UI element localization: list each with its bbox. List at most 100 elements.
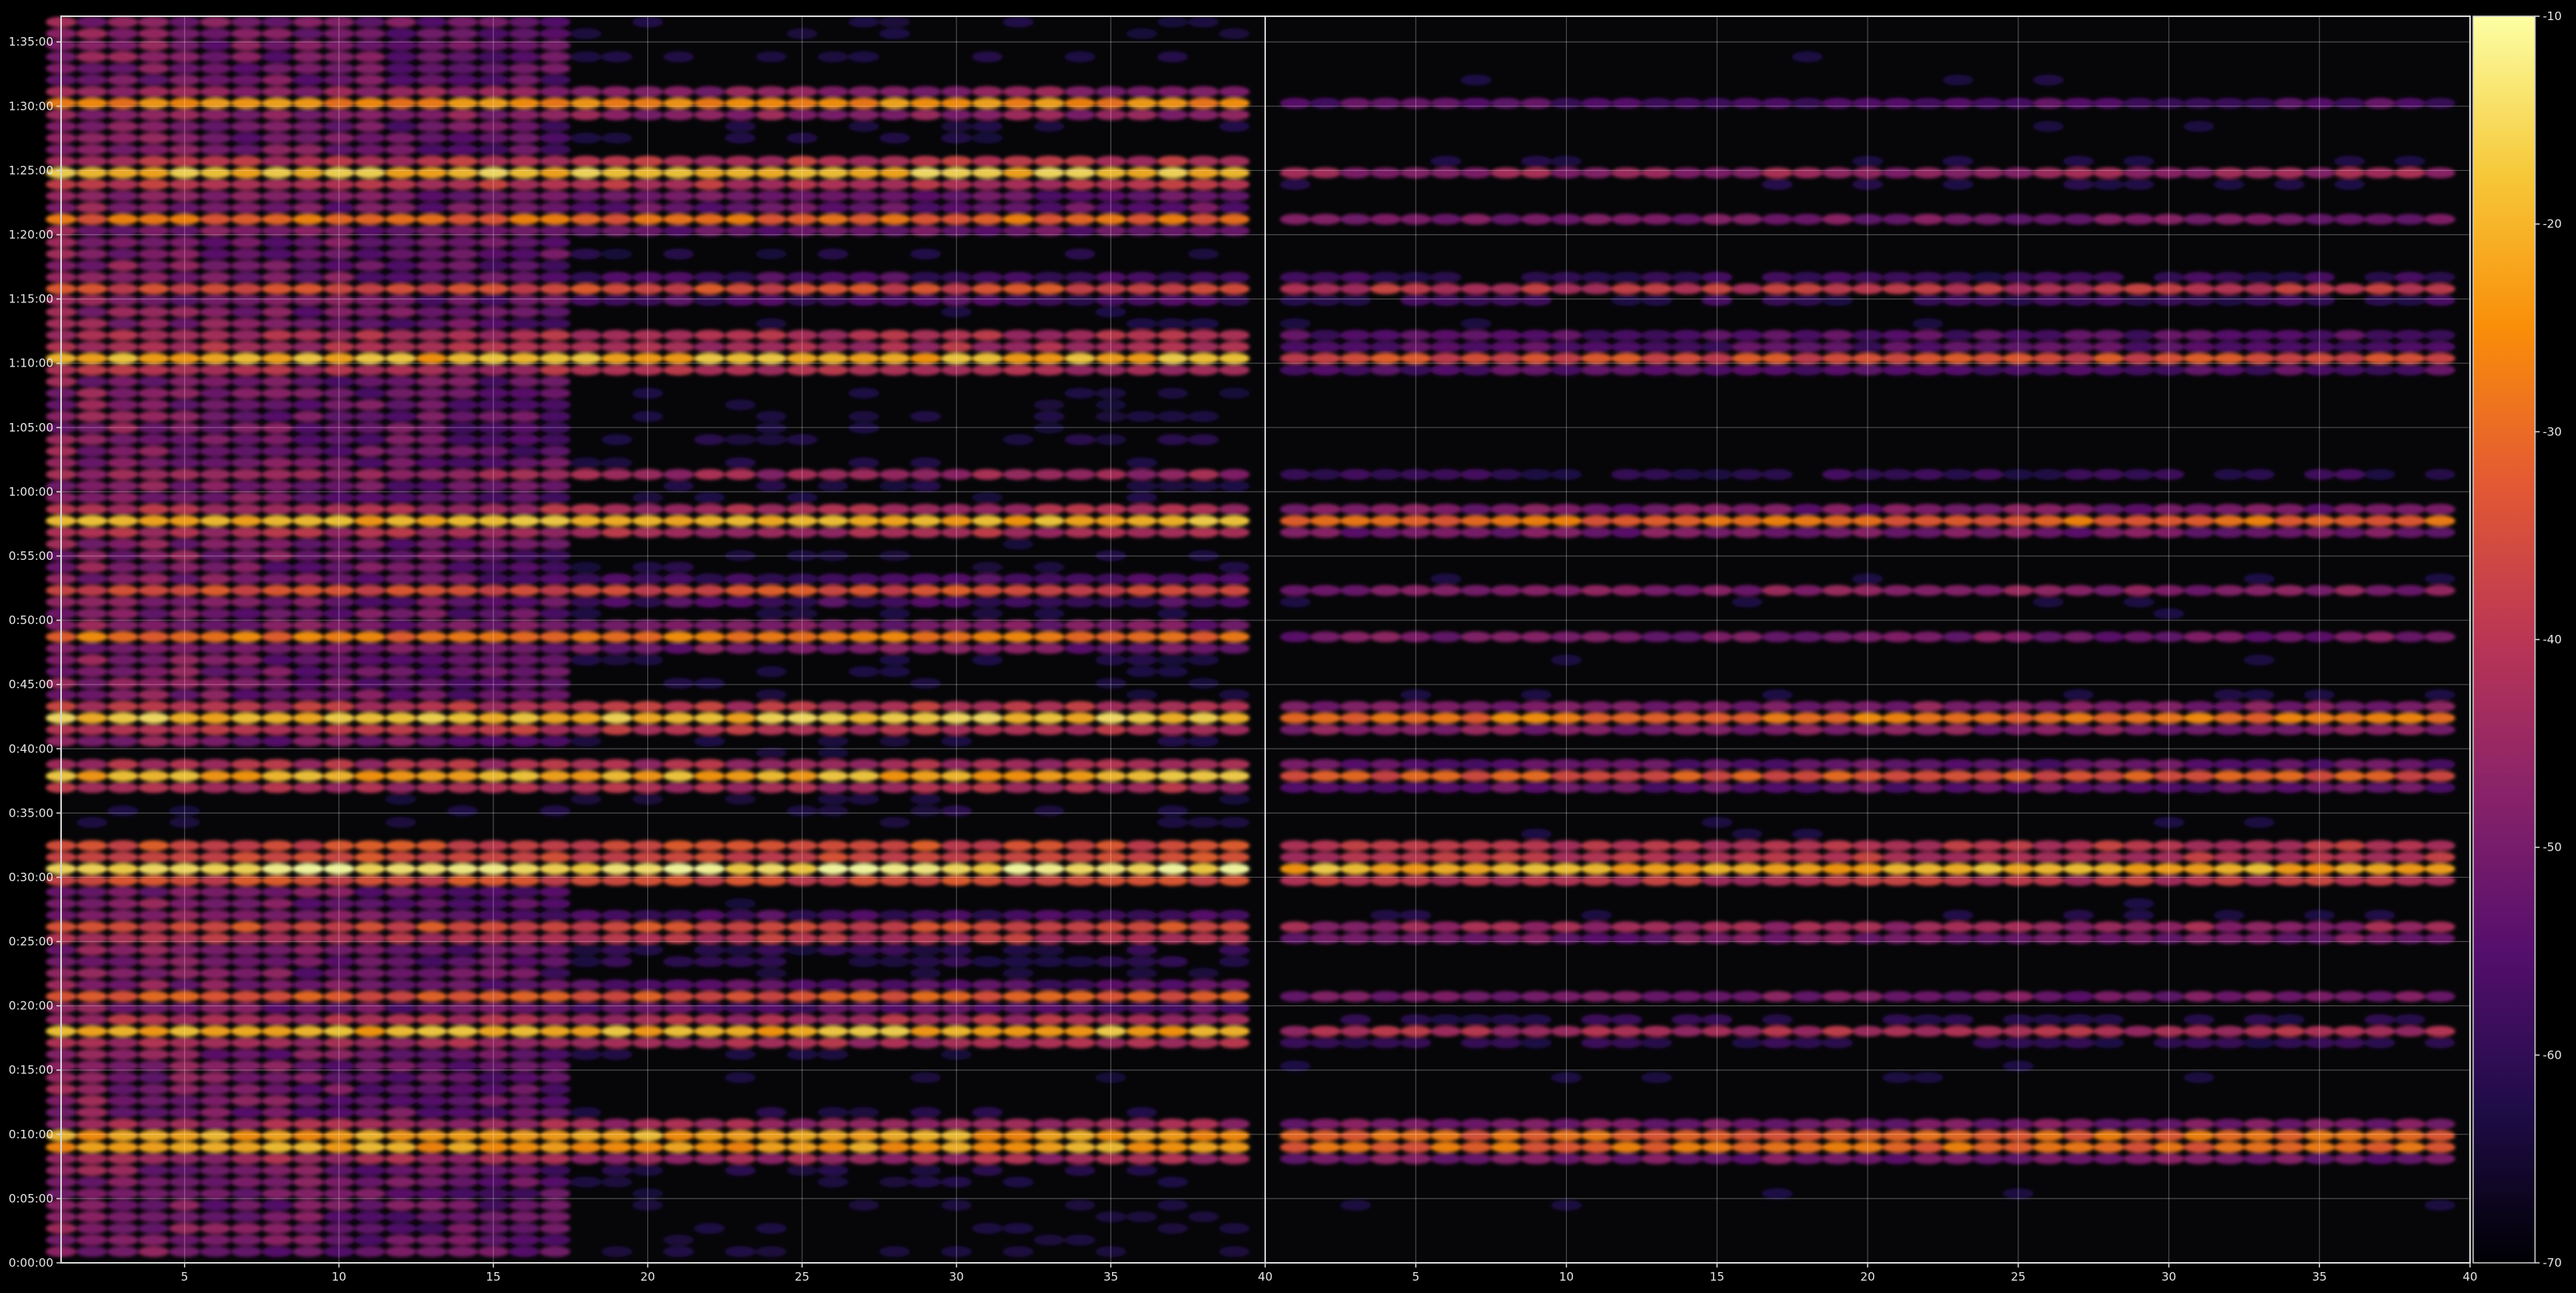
heatmap-cell	[909, 677, 941, 689]
heatmap-cell	[447, 898, 478, 909]
heatmap-cell	[1064, 387, 1096, 399]
heatmap-cell	[76, 735, 107, 747]
heatmap-cell	[230, 759, 262, 770]
heatmap-cell	[848, 1107, 879, 1118]
heatmap-cell	[416, 39, 448, 51]
heatmap-cell	[230, 109, 262, 121]
heatmap-cell	[200, 851, 231, 863]
heatmap-cell	[2093, 341, 2124, 353]
heatmap-cell	[1157, 364, 1189, 376]
heatmap-cell	[848, 631, 879, 643]
heatmap-cell	[200, 28, 231, 39]
heatmap-cell	[1126, 492, 1158, 503]
heatmap-cell	[1641, 1141, 1673, 1153]
heatmap-cell	[2243, 527, 2275, 538]
heatmap-cell	[2364, 701, 2396, 712]
heatmap-cell	[1064, 434, 1096, 445]
heatmap-cell	[508, 979, 540, 991]
heatmap-cell	[354, 527, 386, 538]
heatmap-cell	[2243, 1118, 2275, 1130]
heatmap-cell	[385, 979, 417, 991]
heatmap-cell	[354, 991, 386, 1002]
heatmap-cell	[1126, 840, 1158, 851]
heatmap-cell	[1157, 341, 1189, 353]
heatmap-cell	[1732, 213, 1763, 225]
heatmap-cell	[2334, 851, 2366, 863]
heatmap-cell	[848, 353, 879, 364]
heatmap-cell	[107, 805, 138, 817]
heatmap-cell	[230, 1165, 262, 1176]
heatmap-cell	[694, 863, 725, 875]
heatmap-cell	[200, 179, 231, 190]
heatmap-cell	[1002, 353, 1034, 364]
heatmap-cell	[447, 248, 478, 260]
heatmap-cell	[200, 202, 231, 213]
heatmap-cell	[385, 109, 417, 121]
heatmap-cell	[1157, 1037, 1189, 1049]
heatmap-cell	[416, 770, 448, 782]
heatmap-cell	[848, 851, 879, 863]
heatmap-cell	[2123, 875, 2155, 886]
heatmap-cell	[1064, 724, 1096, 735]
heatmap-cell	[2063, 283, 2094, 295]
heatmap-cell	[1219, 596, 1250, 608]
heatmap-cell	[385, 1107, 417, 1118]
heatmap-cell	[508, 353, 540, 364]
heatmap-cell	[1912, 469, 1943, 480]
heatmap-cell	[230, 1153, 262, 1165]
heatmap-cell	[385, 341, 417, 353]
heatmap-cell	[508, 1049, 540, 1060]
heatmap-cell	[971, 271, 1003, 283]
heatmap-cell	[1430, 759, 1462, 770]
heatmap-cell	[1732, 1118, 1763, 1130]
heatmap-cell	[1033, 422, 1065, 434]
heatmap-cell	[1309, 863, 1341, 875]
heatmap-cell	[663, 213, 694, 225]
heatmap-cell	[1219, 759, 1250, 770]
heatmap-cell	[200, 573, 231, 585]
heatmap-cell	[447, 712, 478, 724]
heatmap-cell	[817, 1049, 849, 1060]
heatmap-cell	[2063, 167, 2094, 179]
heatmap-cell	[2364, 295, 2396, 306]
heatmap-cell	[539, 469, 571, 480]
heatmap-cell	[1064, 329, 1096, 341]
heatmap-cell	[909, 190, 941, 202]
heatmap-cell	[1370, 1141, 1401, 1153]
heatmap-cell	[2093, 1153, 2124, 1165]
heatmap-cell	[570, 329, 602, 341]
heatmap-cell	[756, 155, 787, 167]
heatmap-cell	[2123, 851, 2155, 863]
heatmap-cell	[508, 1188, 540, 1199]
heatmap-cell	[354, 898, 386, 909]
heatmap-cell	[909, 283, 941, 295]
heatmap-cell	[138, 1025, 169, 1037]
heatmap-cell	[508, 1234, 540, 1246]
heatmap-cell	[971, 991, 1003, 1002]
heatmap-cell	[1219, 213, 1250, 225]
heatmap-cell	[261, 909, 293, 921]
heatmap-cell	[1581, 167, 1612, 179]
heatmap-cell	[230, 1130, 262, 1141]
heatmap-cell	[447, 503, 478, 515]
heatmap-cell	[663, 1141, 694, 1153]
heatmap-cell	[2364, 875, 2396, 886]
heatmap-cell	[354, 515, 386, 527]
heatmap-cell	[2424, 933, 2456, 944]
heatmap-cell	[2334, 155, 2366, 167]
heatmap-cell	[1064, 97, 1096, 109]
heatmap-cell	[1064, 770, 1096, 782]
heatmap-cell	[1430, 933, 1462, 944]
heatmap-cell	[1157, 503, 1189, 515]
heatmap-cell	[138, 63, 169, 74]
heatmap-cell	[1671, 1130, 1703, 1141]
heatmap-cell	[1520, 933, 1552, 944]
heatmap-cell	[570, 341, 602, 353]
heatmap-cell	[1882, 991, 1913, 1002]
heatmap-cell	[1671, 1025, 1703, 1037]
heatmap-cell	[200, 770, 231, 782]
heatmap-cell	[1460, 167, 1492, 179]
heatmap-cell	[848, 643, 879, 654]
heatmap-cell	[1611, 933, 1643, 944]
heatmap-cell	[1732, 759, 1763, 770]
